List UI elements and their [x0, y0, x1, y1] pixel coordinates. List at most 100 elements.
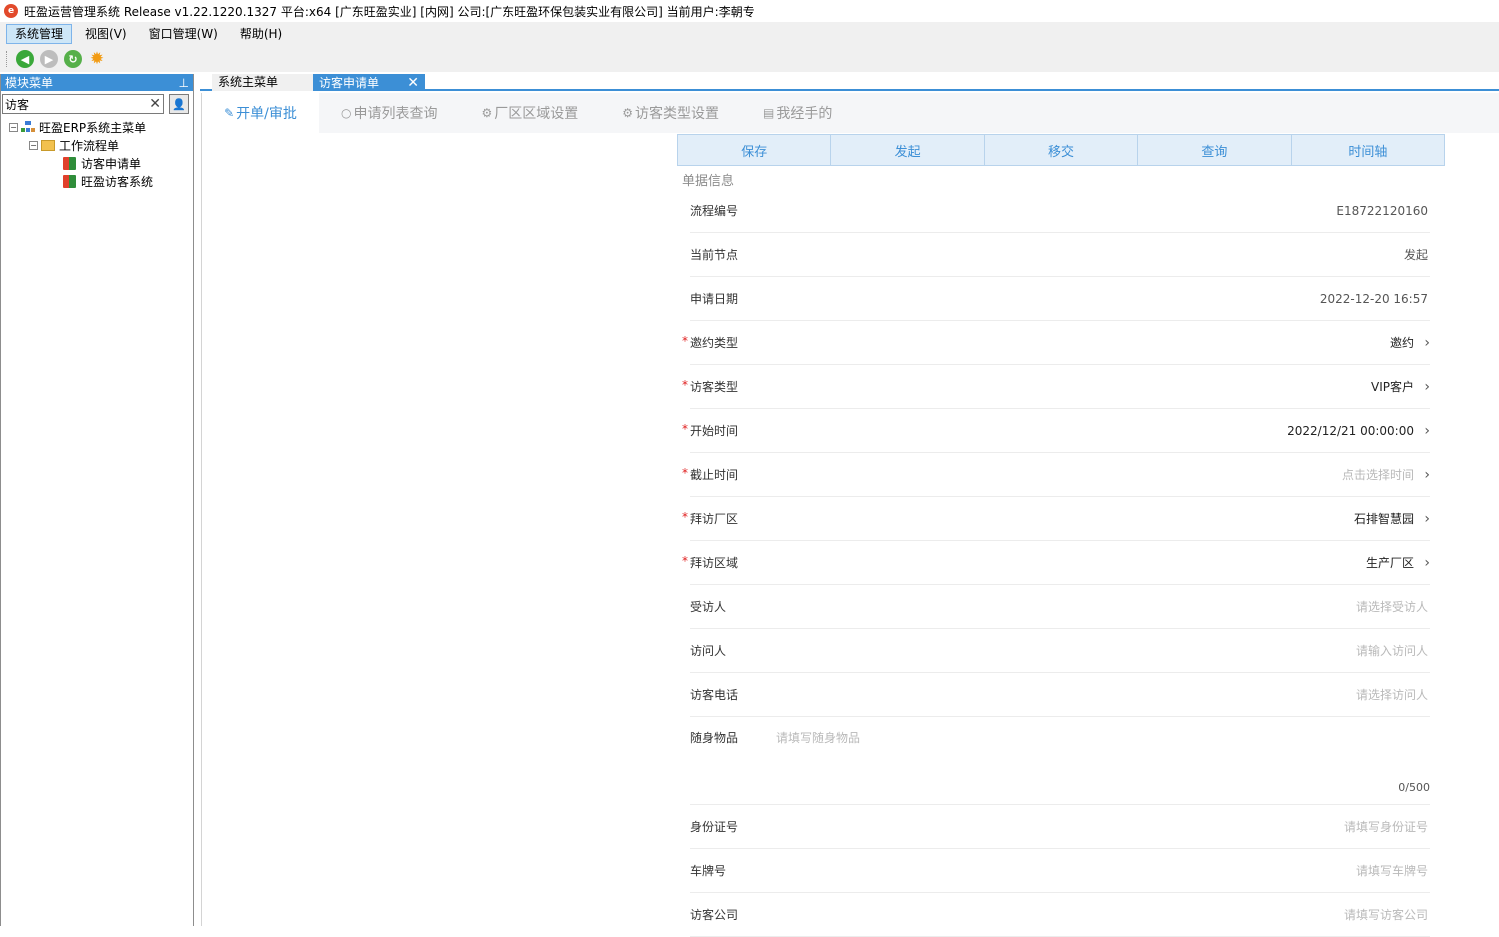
tree-node-folder[interactable]: − 工作流程单	[1, 136, 193, 154]
field-end-time[interactable]: * 截止时间 点击选择时间 ›	[682, 453, 1430, 497]
tree-item-visitor-system[interactable]: 旺盈访客系统	[1, 172, 193, 190]
field-flow-no: 流程编号 E18722120160	[690, 189, 1430, 233]
chevron-right-icon[interactable]: ›	[1416, 555, 1430, 571]
document-icon: ▤	[763, 106, 775, 120]
toolbar-grip[interactable]	[6, 51, 8, 67]
field-label-wrap: * 邀约类型	[682, 334, 776, 351]
field-placeholder[interactable]: 请选择访问人	[776, 686, 1430, 703]
chevron-right-icon[interactable]: ›	[1416, 423, 1430, 439]
field-label: 当前节点	[690, 248, 739, 262]
field-label: 拜访厂区	[690, 512, 739, 526]
tab-label: 访客申请单	[319, 75, 380, 90]
subnav-my-handled[interactable]: ▤ 我经手的	[741, 93, 854, 133]
field-label: 申请日期	[690, 292, 739, 306]
save-button[interactable]: 保存	[678, 135, 832, 165]
field-label-wrap: * 开始时间	[682, 422, 776, 439]
field-belongings[interactable]: 随身物品 请填写随身物品 0/500	[690, 717, 1430, 805]
required-mark: *	[682, 510, 688, 524]
field-placeholder[interactable]: 请输入访问人	[776, 642, 1430, 659]
close-icon[interactable]: ✕	[407, 75, 419, 91]
subnav-open-approve[interactable]: ✎ 开单/审批	[202, 93, 319, 133]
field-value[interactable]: VIP客户	[776, 378, 1416, 395]
field-label: 邀约类型	[690, 336, 739, 350]
field-phone[interactable]: 访客电话 请选择访问人	[690, 673, 1430, 717]
refresh-icon[interactable]: ↻	[64, 50, 82, 68]
field-company[interactable]: 访客公司 请填写访客公司	[690, 893, 1430, 937]
chevron-right-icon[interactable]: ›	[1416, 335, 1430, 351]
field-plate[interactable]: 车牌号 请填写车牌号	[690, 849, 1430, 893]
field-start-time[interactable]: * 开始时间 2022/12/21 00:00:00 ›	[682, 409, 1430, 453]
field-label-wrap: * 截止时间	[682, 466, 776, 483]
menu-help[interactable]: 帮助(H)	[231, 24, 291, 44]
field-value: E18722120160	[1336, 203, 1428, 218]
form-icon	[63, 174, 76, 188]
field-placeholder[interactable]: 请填写车牌号	[776, 862, 1430, 879]
field-factory[interactable]: * 拜访厂区 石排智慧园 ›	[682, 497, 1430, 541]
field-placeholder[interactable]: 请填写身份证号	[776, 818, 1430, 835]
field-value[interactable]: 石排智慧园	[776, 510, 1416, 527]
subnav-label: 访客类型设置	[635, 106, 720, 122]
tab-visitor-application[interactable]: 访客申请单 ✕	[313, 74, 425, 91]
user-icon: 👤	[172, 97, 186, 111]
belongings-textarea[interactable]: 请填写随身物品	[776, 729, 860, 746]
field-area[interactable]: * 拜访区域 生产厂区 ›	[682, 541, 1430, 585]
forward-icon[interactable]: ▶	[40, 50, 58, 68]
user-search-button[interactable]: 👤	[169, 94, 189, 114]
field-visitor-type[interactable]: * 访客类型 VIP客户 ›	[682, 365, 1430, 409]
module-menu-title: 模块菜单	[5, 76, 54, 90]
tab-system-main-menu[interactable]: 系统主菜单	[212, 74, 314, 91]
folder-icon	[41, 139, 55, 151]
menu-system[interactable]: 系统管理	[6, 24, 73, 44]
field-placeholder[interactable]: 点击选择时间	[776, 466, 1416, 483]
subnav-visitor-type-settings[interactable]: ⚙ 访客类型设置	[600, 93, 741, 133]
subnav-label: 申请列表查询	[353, 106, 438, 122]
field-host[interactable]: 受访人 请选择受访人	[690, 585, 1430, 629]
collapse-icon[interactable]: −	[9, 122, 18, 132]
clear-icon[interactable]: ✕	[149, 96, 161, 112]
field-invite-type[interactable]: * 邀约类型 邀约 ›	[682, 321, 1430, 365]
required-mark: *	[682, 334, 688, 348]
field-placeholder[interactable]: 请填写访客公司	[776, 906, 1430, 923]
submit-button[interactable]: 发起	[831, 135, 985, 165]
menu-window[interactable]: 窗口管理(W)	[140, 24, 227, 44]
tree-item-label: 访客申请单	[81, 156, 142, 171]
back-icon[interactable]: ◀	[16, 50, 34, 68]
field-label: 访客公司	[690, 908, 739, 922]
field-value[interactable]: 2022/12/21 00:00:00	[776, 424, 1416, 438]
subnav-area-settings[interactable]: ⚙ 厂区区域设置	[459, 93, 600, 133]
field-label: 随身物品	[690, 731, 739, 745]
tree-item-label: 旺盈访客系统	[81, 174, 154, 189]
transfer-button[interactable]: 移交	[984, 135, 1139, 165]
module-menu-header: 模块菜单 ⊥	[1, 74, 193, 91]
menu-view[interactable]: 视图(V)	[76, 24, 136, 44]
collapse-icon[interactable]: −	[29, 140, 38, 150]
main-content: ✎ 开单/审批 ○ 申请列表查询 ⚙ 厂区区域设置 ⚙ 访客类型设置 ▤ 我经手…	[201, 93, 1499, 937]
section-title: 单据信息	[682, 174, 735, 189]
required-mark: *	[682, 422, 688, 436]
field-label: 拜访区域	[690, 556, 739, 570]
chevron-right-icon[interactable]: ›	[1416, 511, 1430, 527]
module-search-input[interactable]: 访客 ✕	[2, 94, 164, 114]
query-button[interactable]: 查询	[1138, 135, 1292, 165]
subnav-list-query[interactable]: ○ 申请列表查询	[319, 93, 459, 133]
chevron-right-icon[interactable]: ›	[1416, 379, 1430, 395]
field-visitor[interactable]: 访问人 请输入访问人	[690, 629, 1430, 673]
field-label-wrap: * 拜访区域	[682, 554, 776, 571]
field-value[interactable]: 生产厂区	[776, 554, 1416, 571]
module-menu-panel: 模块菜单 ⊥ 访客 ✕ 👤 − 旺盈ERP系统主菜单 − 工作流程单 访客申请单…	[0, 74, 194, 926]
tree-node-root[interactable]: − 旺盈ERP系统主菜单	[1, 118, 193, 136]
timeline-button[interactable]: 时间轴	[1291, 135, 1445, 165]
sub-navigation: ✎ 开单/审批 ○ 申请列表查询 ⚙ 厂区区域设置 ⚙ 访客类型设置 ▤ 我经手…	[202, 93, 1499, 133]
tree-root-label: 旺盈ERP系统主菜单	[39, 120, 147, 135]
required-mark: *	[682, 378, 688, 392]
pen-icon: ✎	[224, 106, 235, 120]
tree-item-visitor-form[interactable]: 访客申请单	[1, 154, 193, 172]
chevron-right-icon[interactable]: ›	[1416, 467, 1430, 483]
field-value[interactable]: 邀约	[776, 334, 1416, 351]
pin-icon[interactable]: ⊥	[179, 76, 189, 90]
field-id-no[interactable]: 身份证号 请填写身份证号	[690, 805, 1430, 849]
field-placeholder[interactable]: 请选择受访人	[776, 598, 1430, 615]
gear-icon[interactable]: ✹	[88, 49, 106, 69]
tree-folder-label: 工作流程单	[59, 138, 120, 153]
field-value: 发起	[1403, 248, 1428, 262]
